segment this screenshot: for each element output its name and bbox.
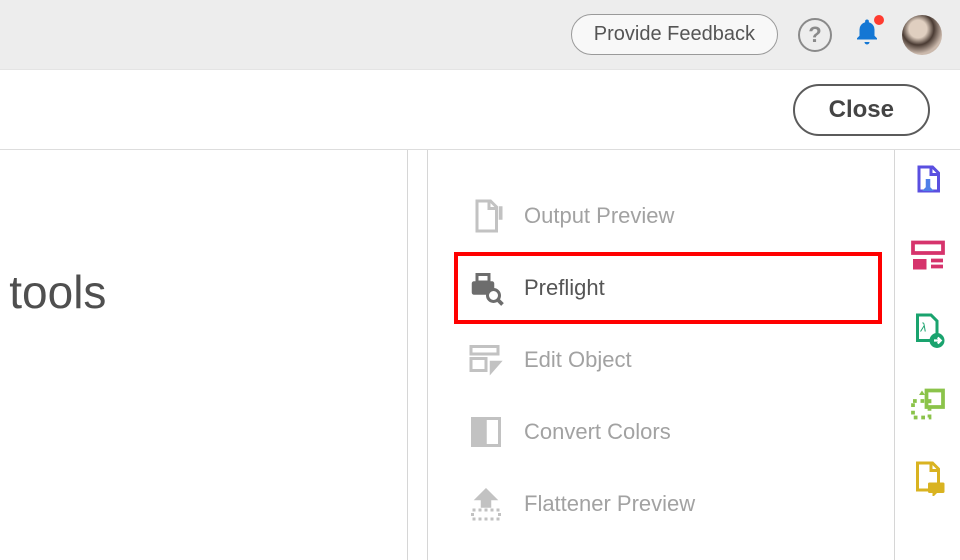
- top-bar: Provide Feedback ?: [0, 0, 960, 70]
- page-title: ore tools: [0, 265, 106, 319]
- svg-text:λ: λ: [919, 321, 926, 335]
- document-icon: [468, 198, 504, 234]
- pdf-export-icon[interactable]: λ: [910, 312, 946, 348]
- notification-badge: [874, 15, 884, 25]
- layout-icon[interactable]: [910, 238, 946, 274]
- help-icon[interactable]: ?: [798, 18, 832, 52]
- recycle-icon[interactable]: [910, 386, 946, 422]
- tool-edit-object[interactable]: Edit Object: [454, 324, 882, 396]
- right-icon-strip: λ: [894, 150, 960, 560]
- avatar[interactable]: [902, 15, 942, 55]
- edit-object-icon: [468, 342, 504, 378]
- printer-magnify-icon: [468, 270, 504, 306]
- provide-feedback-button[interactable]: Provide Feedback: [571, 14, 778, 55]
- close-button[interactable]: Close: [793, 84, 930, 136]
- tool-label: Flattener Preview: [524, 491, 695, 517]
- tool-label: Output Preview: [524, 203, 674, 229]
- pdf-download-icon[interactable]: [910, 164, 946, 200]
- tool-list: Output Preview Preflight Edit Object: [428, 150, 894, 560]
- tool-output-preview[interactable]: Output Preview: [454, 180, 882, 252]
- panel-divider: [408, 150, 428, 560]
- document-comment-icon[interactable]: [910, 460, 946, 496]
- tool-convert-colors[interactable]: Convert Colors: [454, 396, 882, 468]
- tool-preflight[interactable]: Preflight: [454, 252, 882, 324]
- tool-label: Preflight: [524, 275, 605, 301]
- notifications-button[interactable]: [852, 17, 882, 52]
- main-area: ore tools Output Preview Preflight: [0, 150, 960, 560]
- flattener-icon: [468, 486, 504, 522]
- tool-label: Edit Object: [524, 347, 632, 373]
- left-pane: ore tools: [0, 150, 408, 560]
- tool-bar: Close: [0, 70, 960, 150]
- tool-flattener-preview[interactable]: Flattener Preview: [454, 468, 882, 540]
- tool-label: Convert Colors: [524, 419, 671, 445]
- convert-colors-icon: [468, 414, 504, 450]
